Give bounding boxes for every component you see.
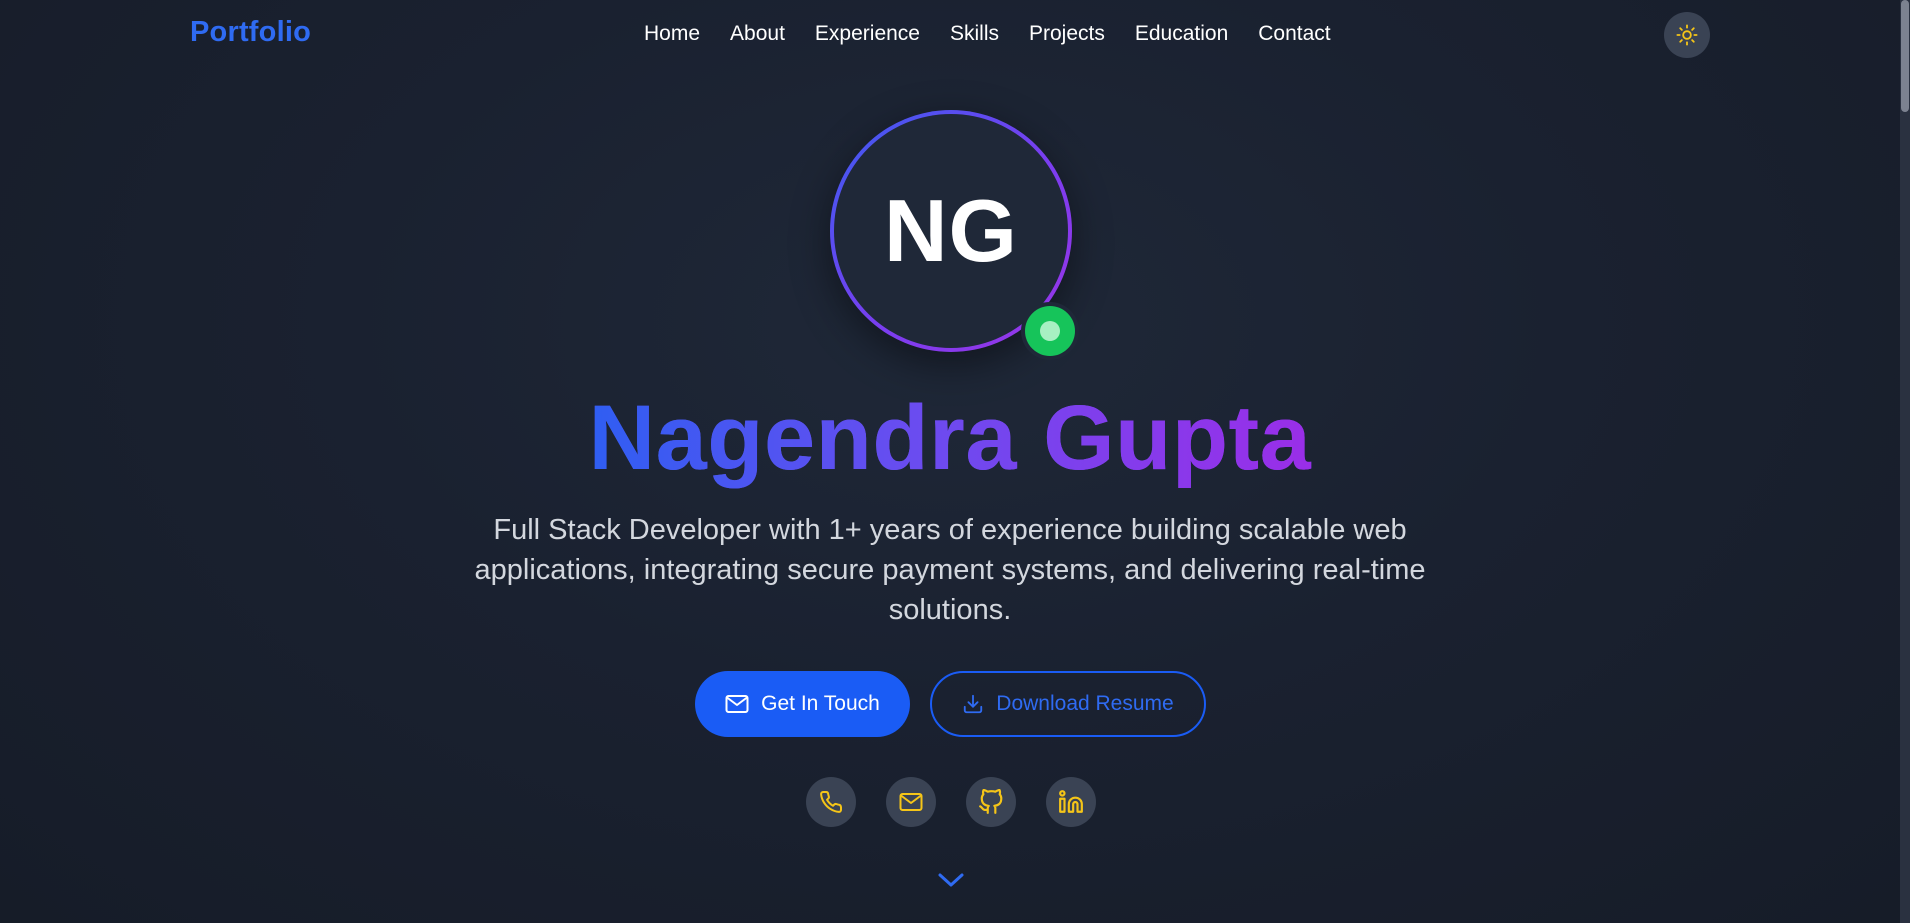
phone-icon <box>820 790 843 813</box>
get-in-touch-label: Get In Touch <box>761 692 880 715</box>
linkedin-link[interactable] <box>1046 777 1096 827</box>
download-icon <box>964 694 983 714</box>
status-dot-inner <box>1040 321 1060 341</box>
portfolio-page: Portfolio Home About Experience Skills P… <box>0 0 1910 923</box>
avatar-initials: NG <box>884 181 1018 280</box>
online-status-badge <box>1021 302 1079 360</box>
phone-link[interactable] <box>806 777 856 827</box>
linkedin-icon <box>1059 790 1083 813</box>
status-dot-outer <box>1025 306 1075 356</box>
hero-name: Nagendra Gupta <box>0 386 1900 491</box>
scroll-down-button[interactable] <box>936 868 966 892</box>
nav-link-projects[interactable]: Projects <box>1029 22 1105 46</box>
navbar: Portfolio Home About Experience Skills P… <box>0 0 1900 70</box>
page-scrollbar[interactable] <box>1900 0 1910 923</box>
brand-logo[interactable]: Portfolio <box>190 16 311 49</box>
nav-link-contact[interactable]: Contact <box>1258 22 1330 46</box>
sun-icon <box>1676 24 1698 46</box>
social-links <box>806 777 1096 827</box>
hero-tagline: Full Stack Developer with 1+ years of ex… <box>474 514 1426 626</box>
nav-link-skills[interactable]: Skills <box>950 22 999 46</box>
download-resume-label: Download Resume <box>996 692 1174 715</box>
nav-links: Home About Experience Skills Projects Ed… <box>644 22 1361 46</box>
mail-icon <box>899 793 923 811</box>
theme-toggle-button[interactable] <box>1664 12 1710 58</box>
github-link[interactable] <box>966 777 1016 827</box>
scrollbar-thumb[interactable] <box>1901 0 1909 112</box>
nav-link-education[interactable]: Education <box>1135 22 1228 46</box>
nav-link-home[interactable]: Home <box>644 22 700 46</box>
download-resume-button[interactable]: Download Resume <box>930 671 1206 737</box>
mail-icon <box>725 695 749 713</box>
hero-name-text: Nagendra Gupta <box>588 387 1312 489</box>
chevron-down-icon <box>938 873 964 887</box>
get-in-touch-button[interactable]: Get In Touch <box>695 671 910 737</box>
nav-link-experience[interactable]: Experience <box>815 22 920 46</box>
github-icon <box>979 789 1003 814</box>
email-link[interactable] <box>886 777 936 827</box>
nav-link-about[interactable]: About <box>730 22 785 46</box>
